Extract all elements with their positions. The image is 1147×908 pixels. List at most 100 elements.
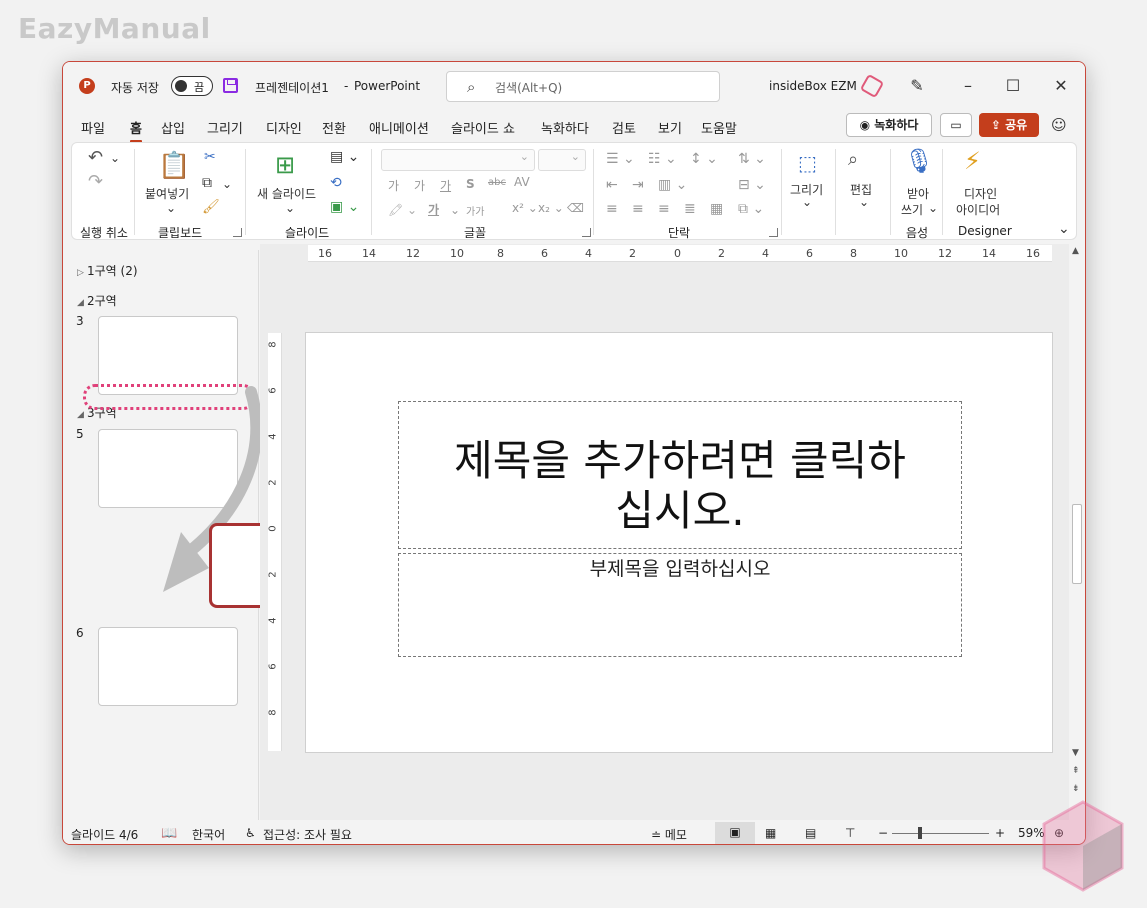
dictate-dropdown-icon[interactable]: ⌄: [928, 201, 938, 215]
align-text-icon[interactable]: ⊟ ⌄: [738, 177, 766, 193]
scrollbar-thumb[interactable]: [1072, 504, 1082, 584]
account-avatar-icon[interactable]: [859, 73, 885, 99]
decrease-font-icon[interactable]: 가: [414, 177, 425, 194]
tab-review[interactable]: 검토: [612, 118, 636, 137]
comments-button[interactable]: ▭: [940, 113, 972, 137]
scroll-down-icon[interactable]: ▼: [1072, 748, 1079, 758]
tab-transitions[interactable]: 전환: [322, 118, 346, 137]
tab-draw[interactable]: 그리기: [207, 118, 243, 137]
next-slide-icon[interactable]: ⇟: [1072, 784, 1080, 794]
new-slide-button[interactable]: 새 슬라이드: [257, 185, 316, 202]
underline-icon[interactable]: 가: [440, 177, 451, 194]
copy-dropdown-icon[interactable]: ⌄: [222, 177, 232, 191]
text-direction-icon[interactable]: ⇅ ⌄: [738, 151, 766, 167]
tab-slideshow[interactable]: 슬라이드 쇼: [451, 118, 515, 137]
zoom-slider[interactable]: [892, 833, 989, 834]
draw-dropdown-icon[interactable]: ⌄: [802, 195, 812, 209]
font-color-icon[interactable]: 가: [428, 201, 439, 218]
tab-record[interactable]: 녹화하다: [541, 118, 589, 137]
align-right-icon[interactable]: ≡: [658, 201, 670, 217]
change-case-icon[interactable]: 가가: [466, 203, 484, 218]
designer-icon[interactable]: ⚡: [964, 147, 981, 175]
undo-icon[interactable]: ↶: [88, 147, 103, 168]
close-icon[interactable]: ✕: [1049, 74, 1073, 98]
slide-sorter-icon[interactable]: ▦: [765, 826, 776, 840]
distribute-icon[interactable]: ▦: [710, 201, 723, 217]
format-painter-icon[interactable]: 🖌: [202, 199, 220, 215]
tab-help[interactable]: 도움말: [701, 118, 737, 137]
decrease-indent-icon[interactable]: ⇤: [606, 177, 618, 193]
tab-animations[interactable]: 애니메이션: [369, 118, 429, 137]
design-ideas-button-line2[interactable]: 아이디어: [956, 201, 1000, 218]
microphone-icon[interactable]: 🎙: [904, 147, 934, 175]
autosave-toggle[interactable]: 끔: [171, 76, 213, 96]
slide-canvas[interactable]: 제목을 추가하려면 클릭하 십시오. 부제목을 입력하십시오: [305, 332, 1053, 753]
reset-icon[interactable]: ⟲: [330, 175, 342, 191]
subscript-icon[interactable]: x₂ ⌄: [538, 201, 564, 215]
tab-home[interactable]: 홈: [130, 118, 142, 143]
line-spacing-icon[interactable]: ↕ ⌄: [690, 151, 718, 167]
prev-slide-icon[interactable]: ⇞: [1072, 766, 1080, 776]
new-slide-icon[interactable]: ⊞: [275, 151, 295, 179]
notes-button[interactable]: ≐ 메모: [651, 826, 687, 843]
columns-icon[interactable]: ▥ ⌄: [658, 177, 687, 193]
font-color-dropdown-icon[interactable]: ⌄: [450, 203, 460, 217]
tab-view[interactable]: 보기: [658, 118, 682, 137]
smartart-icon[interactable]: ⧉ ⌄: [738, 201, 764, 217]
accessibility-icon[interactable]: ♿: [245, 826, 256, 840]
share-button[interactable]: ⇪ 공유: [979, 113, 1039, 137]
justify-icon[interactable]: ≣: [684, 201, 696, 217]
dictate-button[interactable]: 받아: [907, 185, 929, 202]
slide-thumbnail[interactable]: [98, 627, 238, 706]
zoom-out-icon[interactable]: −: [878, 826, 888, 840]
zoom-slider-handle[interactable]: [918, 827, 922, 839]
increase-indent-icon[interactable]: ⇥: [632, 177, 644, 193]
tab-file[interactable]: 파일: [81, 118, 105, 137]
tab-insert[interactable]: 삽입: [161, 118, 185, 137]
collapse-ribbon-icon[interactable]: ⌄: [1058, 221, 1070, 237]
edit-dropdown-icon[interactable]: ⌄: [859, 195, 869, 209]
find-icon[interactable]: ⌕: [848, 149, 858, 170]
strikethrough-icon[interactable]: abc: [488, 177, 506, 188]
spelling-icon[interactable]: 📖: [161, 826, 177, 841]
record-button[interactable]: ◉ 녹화하다: [846, 113, 932, 137]
person-icon[interactable]: ☺: [1051, 116, 1067, 134]
title-placeholder[interactable]: 제목을 추가하려면 클릭하 십시오.: [398, 401, 962, 549]
maximize-icon[interactable]: ☐: [1001, 74, 1025, 98]
section-header-2[interactable]: ◢ 2구역: [77, 292, 117, 309]
save-icon[interactable]: [223, 78, 238, 93]
undo-dropdown-icon[interactable]: ⌄: [110, 151, 120, 165]
designer-wand-icon[interactable]: ✎: [905, 74, 929, 98]
design-ideas-button[interactable]: 디자인: [964, 185, 997, 202]
font-launcher-icon[interactable]: [582, 228, 591, 237]
numbering-icon[interactable]: ☷ ⌄: [648, 151, 677, 167]
paste-button[interactable]: 붙여넣기: [145, 185, 189, 202]
zoom-in-icon[interactable]: +: [995, 826, 1005, 840]
cut-icon[interactable]: ✂: [204, 149, 216, 165]
slideshow-view-icon[interactable]: ⊤: [845, 826, 855, 840]
shadow-icon[interactable]: S: [466, 177, 475, 191]
dictate-button-line2[interactable]: 쓰기: [901, 201, 923, 218]
align-center-icon[interactable]: ≡: [632, 201, 644, 217]
account-name[interactable]: insideBox EZM: [769, 79, 857, 93]
superscript-icon[interactable]: x² ⌄: [512, 201, 538, 215]
font-name-select[interactable]: [381, 149, 535, 171]
accessibility-status[interactable]: 접근성: 조사 필요: [263, 826, 352, 843]
tab-design[interactable]: 디자인: [266, 118, 302, 137]
redo-icon[interactable]: ↷: [88, 171, 103, 192]
subtitle-placeholder[interactable]: 부제목을 입력하십시오: [398, 553, 962, 657]
font-size-select[interactable]: [538, 149, 586, 171]
search-input[interactable]: 검색(Alt+Q): [495, 79, 562, 96]
clear-format-icon[interactable]: ⌫: [567, 201, 584, 215]
clipboard-launcher-icon[interactable]: [233, 228, 242, 237]
reading-view-icon[interactable]: ▤: [805, 826, 816, 840]
scroll-up-icon[interactable]: ▲: [1072, 246, 1079, 256]
char-spacing-icon[interactable]: AV: [514, 175, 530, 189]
paste-dropdown-icon[interactable]: ⌄: [166, 201, 176, 215]
bullets-icon[interactable]: ☰ ⌄: [606, 151, 635, 167]
highlight-icon[interactable]: 🖍 ⌄: [388, 203, 417, 217]
section-header-1[interactable]: ▷ 1구역 (2): [77, 262, 138, 279]
paragraph-launcher-icon[interactable]: [769, 228, 778, 237]
search-box[interactable]: ⌕ 검색(Alt+Q): [446, 71, 720, 102]
minimize-icon[interactable]: –: [956, 74, 980, 98]
